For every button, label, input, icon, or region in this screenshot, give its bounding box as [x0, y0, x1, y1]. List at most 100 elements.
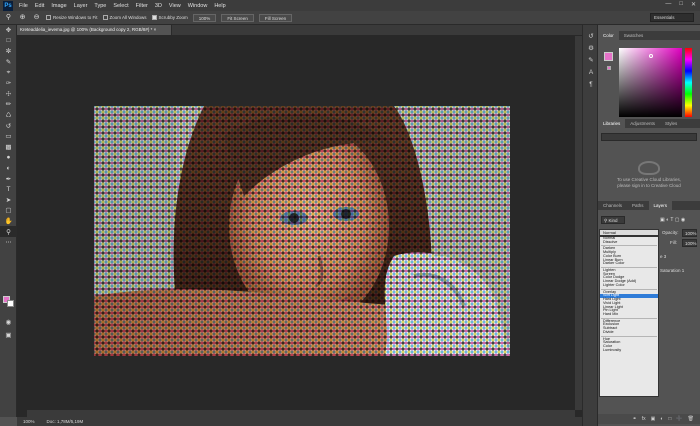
- adjustment-layer-icon[interactable]: ◐: [660, 416, 663, 422]
- blend-mode-option[interactable]: Luminosity: [600, 348, 658, 353]
- properties-panel-icon[interactable]: ⚙: [583, 43, 599, 55]
- gradient-tool-icon[interactable]: ▩: [0, 142, 17, 153]
- quick-mask-icon[interactable]: ◉: [0, 317, 17, 328]
- blend-mode-option[interactable]: Dissolve: [600, 240, 658, 245]
- dodge-tool-icon[interactable]: ◐: [0, 163, 17, 174]
- hue-slider[interactable]: [685, 48, 692, 117]
- layer-filter-icons[interactable]: ▣ ◐ T ▢ ◉: [660, 216, 685, 224]
- maximize-icon[interactable]: □: [679, 1, 683, 8]
- eyedropper-tool-icon[interactable]: ✑: [0, 78, 17, 89]
- zoom-level[interactable]: 100%: [23, 417, 35, 426]
- tab-styles[interactable]: Styles: [660, 119, 682, 128]
- zoom-out-icon[interactable]: ⊖: [32, 13, 41, 22]
- close-icon[interactable]: ✕: [691, 1, 696, 8]
- new-layer-icon[interactable]: ➕: [676, 416, 682, 422]
- fx-icon[interactable]: fx: [642, 416, 646, 422]
- zoom-100-button[interactable]: 100%: [192, 13, 217, 22]
- layer-filter-kind[interactable]: ⚲ Kind: [601, 216, 625, 224]
- quick-select-tool-icon[interactable]: ✎: [0, 57, 17, 68]
- tab-channels[interactable]: Channels: [598, 201, 627, 210]
- library-search-input[interactable]: [601, 133, 697, 141]
- menu-window[interactable]: Window: [188, 3, 208, 9]
- color-panel-tabs: Color Swatches: [598, 31, 700, 40]
- menu-type[interactable]: Type: [94, 3, 106, 9]
- healing-tool-icon[interactable]: ☩: [0, 89, 17, 100]
- eraser-tool-icon[interactable]: ▭: [0, 131, 17, 142]
- crop-tool-icon[interactable]: ⌖: [0, 67, 17, 78]
- paragraph-panel-icon[interactable]: ¶: [583, 79, 599, 91]
- zoom-tool-icon[interactable]: ⚲: [0, 226, 17, 237]
- layers-bottom-bar: ⚭ fx ▣ ◐ □ ➕ 🗑: [598, 414, 700, 424]
- fill-screen-button[interactable]: Fill Screen: [258, 13, 293, 22]
- scrubby-zoom-checkbox[interactable]: Scrubby Zoom: [151, 15, 188, 20]
- blend-mode-option[interactable]: Darker Color: [600, 262, 658, 266]
- layer-name-partial-2[interactable]: Saturation 1: [660, 267, 684, 275]
- more-tools-icon[interactable]: ⋯: [0, 237, 17, 248]
- fit-screen-button[interactable]: Fit Screen: [221, 13, 254, 22]
- shape-tool-icon[interactable]: ▢: [0, 205, 17, 216]
- history-brush-icon[interactable]: ↺: [0, 120, 17, 131]
- color-background-swatch[interactable]: [607, 66, 611, 70]
- doc-info[interactable]: Doc: 1,78M/5,19M: [47, 417, 84, 426]
- menu-view[interactable]: View: [169, 3, 181, 9]
- close-tab-icon[interactable]: ×: [154, 27, 157, 32]
- blend-mode-option[interactable]: Hard Mix: [600, 312, 658, 317]
- menu-edit[interactable]: Edit: [35, 3, 44, 9]
- history-panel-icon[interactable]: ↺: [583, 31, 599, 43]
- blend-mode-option[interactable]: Divide: [600, 330, 658, 335]
- link-layers-icon[interactable]: ⚭: [633, 416, 637, 422]
- brush-tool-icon[interactable]: ✏: [0, 99, 17, 110]
- color-foreground-swatch[interactable]: [604, 52, 613, 61]
- zoom-tool-icon[interactable]: ⚲: [4, 13, 13, 22]
- pen-tool-icon[interactable]: ✒: [0, 173, 17, 184]
- resize-windows-checkbox[interactable]: Resize Windows to Fit: [46, 15, 98, 20]
- libraries-panel-tabs: Libraries Adjustments Styles: [598, 119, 700, 128]
- menu-file[interactable]: File: [19, 3, 28, 9]
- blend-mode-dropdown-header[interactable]: Normal: [599, 229, 659, 236]
- fill-label: Fill:: [670, 240, 677, 245]
- screen-mode-icon[interactable]: ▣: [0, 330, 17, 341]
- tab-swatches[interactable]: Swatches: [619, 31, 649, 40]
- delete-layer-icon[interactable]: 🗑: [688, 416, 694, 422]
- options-bar: ⚲ ⊕ ⊖ Resize Windows to Fit Zoom All Win…: [0, 11, 700, 25]
- marquee-tool-icon[interactable]: □: [0, 36, 17, 47]
- layer-name-partial-1[interactable]: e 3: [660, 253, 666, 261]
- background-color-swatch[interactable]: [7, 300, 14, 307]
- tab-layers[interactable]: Layers: [648, 201, 673, 210]
- menu-help[interactable]: Help: [214, 3, 225, 9]
- hand-tool-icon[interactable]: ✋: [0, 216, 17, 227]
- menu-layer[interactable]: Layer: [74, 3, 88, 9]
- brush-presets-icon[interactable]: ✎: [583, 55, 599, 67]
- menu-3d[interactable]: 3D: [155, 3, 162, 9]
- workspace-select[interactable]: Essentials: [650, 13, 694, 22]
- vertical-scrollbar[interactable]: [575, 36, 582, 410]
- zoom-in-icon[interactable]: ⊕: [18, 13, 27, 22]
- add-mask-icon[interactable]: ▣: [651, 416, 656, 422]
- stamp-tool-icon[interactable]: ♺: [0, 110, 17, 121]
- saturation-brightness-field[interactable]: [619, 48, 682, 117]
- tab-libraries[interactable]: Libraries: [598, 119, 626, 128]
- menu-image[interactable]: Image: [51, 3, 66, 9]
- menu-select[interactable]: Select: [113, 3, 128, 9]
- horizontal-scrollbar[interactable]: [27, 410, 575, 417]
- color-picker-marker[interactable]: [649, 54, 653, 58]
- character-panel-icon[interactable]: A: [583, 67, 599, 79]
- lasso-tool-icon[interactable]: ✼: [0, 46, 17, 57]
- minimize-icon[interactable]: —: [665, 1, 671, 8]
- opacity-input[interactable]: 100%: [682, 229, 697, 237]
- zoom-all-checkbox[interactable]: Zoom All Windows: [102, 15, 147, 20]
- tab-adjustments[interactable]: Adjustments: [625, 119, 660, 128]
- new-group-icon[interactable]: □: [668, 416, 671, 422]
- fill-input[interactable]: 100%: [682, 239, 697, 247]
- path-select-tool-icon[interactable]: ➤: [0, 195, 17, 206]
- move-tool-icon[interactable]: ✥: [0, 25, 17, 36]
- tab-color[interactable]: Color: [598, 31, 619, 40]
- photoshop-logo-icon[interactable]: Ps: [3, 0, 13, 11]
- tab-paths[interactable]: Paths: [627, 201, 649, 210]
- type-tool-icon[interactable]: T: [0, 184, 17, 195]
- blend-mode-option[interactable]: Lighter Color: [600, 283, 658, 288]
- document-tab[interactable]: Kreteaddelia_ievema.jpg @ 100% (Backgrou…: [17, 25, 172, 35]
- blur-tool-icon[interactable]: ●: [0, 152, 17, 163]
- menu-filter[interactable]: Filter: [136, 3, 148, 9]
- document-canvas-image[interactable]: [94, 106, 510, 356]
